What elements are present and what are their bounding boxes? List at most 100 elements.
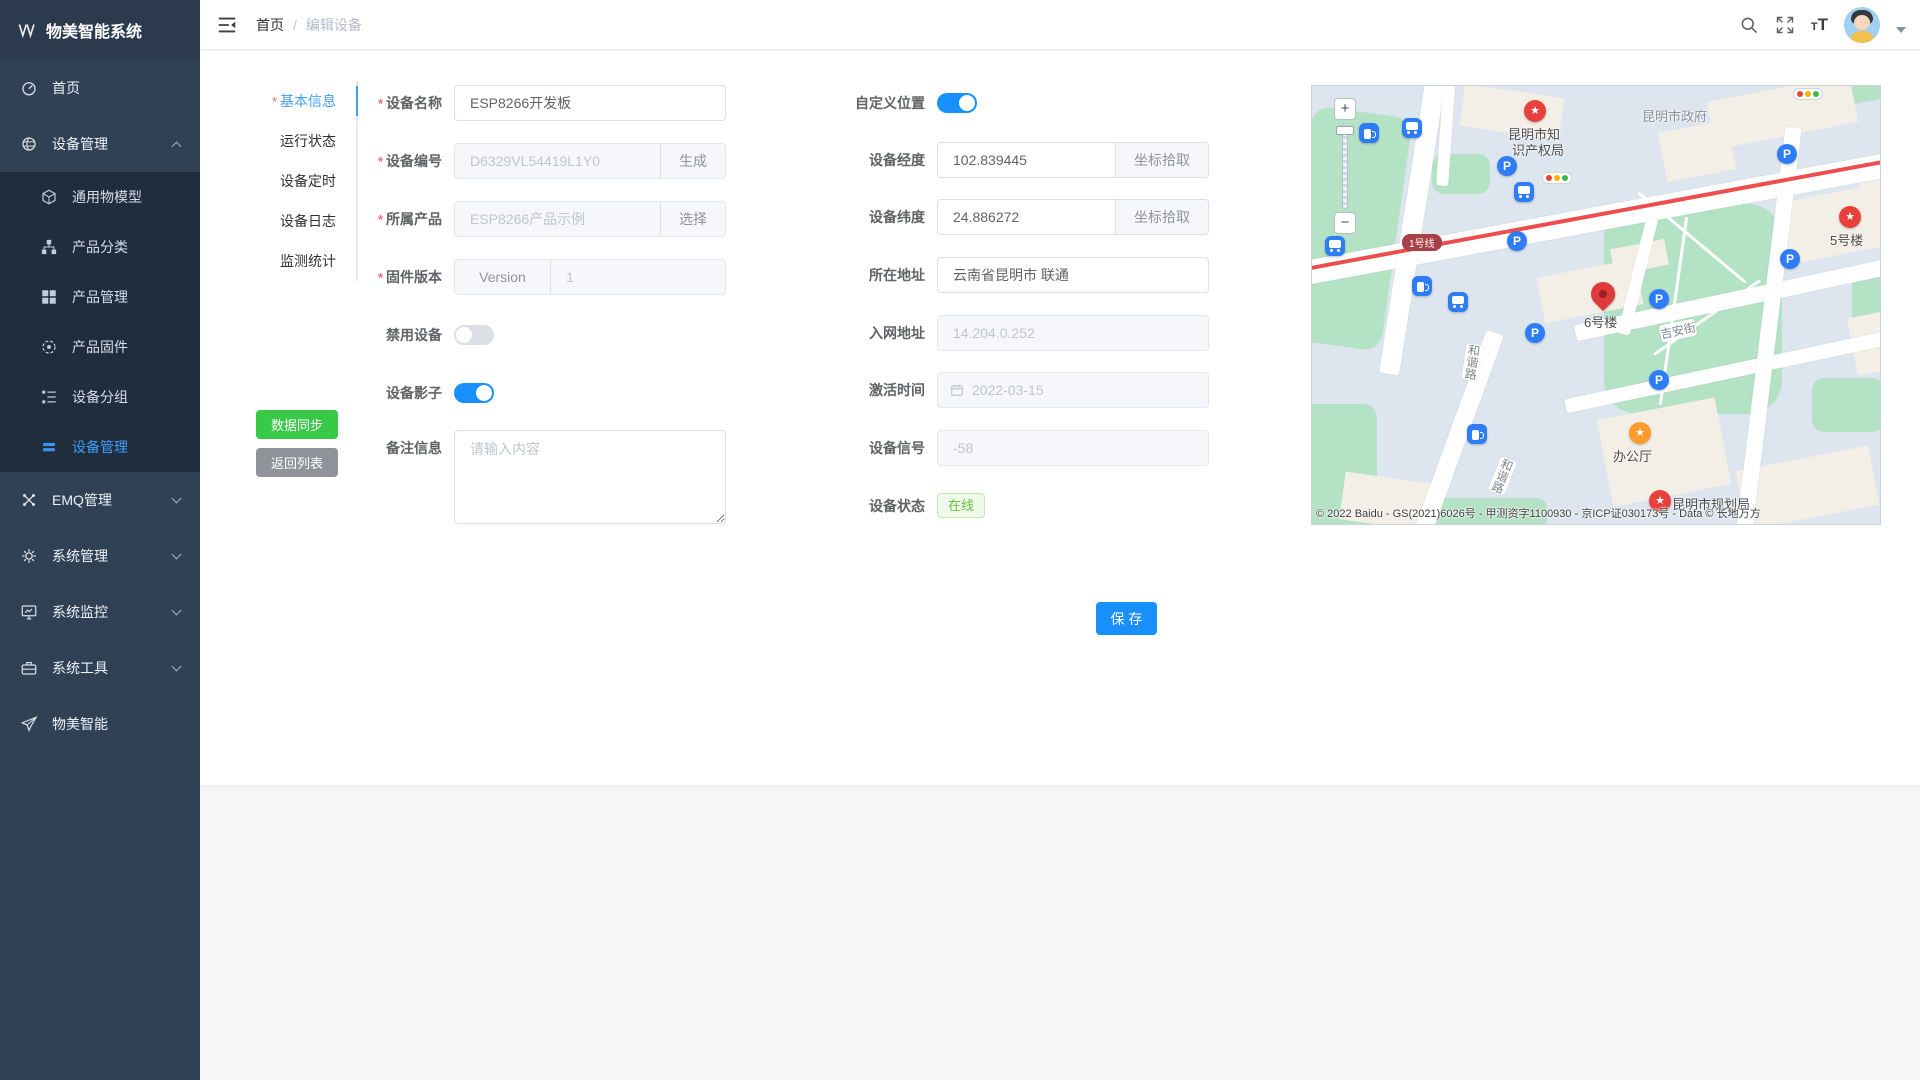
fullscreen-icon[interactable] — [1775, 15, 1795, 35]
map-zoom-control: + − — [1334, 98, 1356, 234]
bus-stop-icon — [1448, 292, 1468, 312]
disable-device-toggle[interactable] — [454, 325, 494, 345]
parking-icon: P — [1649, 370, 1669, 390]
parking-icon: P — [1507, 231, 1527, 251]
parking-icon: P — [1649, 289, 1669, 309]
calendar-icon — [950, 383, 964, 397]
address-input[interactable] — [938, 258, 1208, 292]
select-product-button[interactable]: 选择 — [660, 202, 725, 236]
sidebar-item-system-manage[interactable]: 系统管理 — [0, 528, 200, 584]
zoom-out-button[interactable]: − — [1334, 212, 1356, 234]
device-sn-row: *设备编号 生成 — [310, 143, 726, 179]
sidebar-item-device-group[interactable]: 设备分组 — [0, 372, 200, 422]
map-label-hexie-road: 和谐路 — [1488, 456, 1517, 496]
map-building — [1658, 120, 1736, 182]
app-title: 物美智能系统 — [46, 18, 142, 42]
traffic-light-icon — [1793, 88, 1823, 100]
metro-line-badge: 1号线 — [1402, 234, 1442, 251]
avatar[interactable] — [1844, 7, 1880, 43]
zoom-slider[interactable] — [1342, 123, 1348, 209]
remark-row: 备注信息 — [310, 430, 726, 524]
custom-location-toggle[interactable] — [937, 93, 977, 113]
device-list-icon — [40, 438, 58, 456]
sidebar-item-thing-model[interactable]: 通用物模型 — [0, 172, 200, 222]
firmware-row: *固件版本 Version — [310, 259, 726, 295]
generate-sn-button[interactable]: 生成 — [660, 144, 725, 178]
poi-star-icon: ★ — [1839, 206, 1861, 228]
sidebar-item-wumei[interactable]: 物美智能 — [0, 696, 200, 752]
logo-icon — [18, 20, 36, 40]
user-menu-caret-icon[interactable] — [1896, 27, 1906, 33]
signal-input — [938, 431, 1208, 465]
font-size-icon[interactable]: TT — [1811, 16, 1828, 33]
chevron-down-icon — [172, 494, 182, 504]
zoom-in-button[interactable]: + — [1334, 98, 1356, 120]
pick-longitude-button[interactable]: 坐标拾取 — [1115, 143, 1208, 177]
bus-stop-icon — [1514, 182, 1534, 202]
pick-latitude-button[interactable]: 坐标拾取 — [1115, 200, 1208, 234]
avatar-body — [1850, 31, 1874, 43]
charging-station-icon — [1359, 123, 1379, 143]
breadcrumb-current: 编辑设备 — [306, 15, 362, 35]
emq-icon — [20, 491, 38, 509]
latitude-input[interactable] — [938, 200, 1115, 234]
sidebar-item-device-list[interactable]: 设备管理 — [0, 422, 200, 472]
cube-icon — [40, 188, 58, 206]
sidebar-collapse-icon[interactable] — [216, 14, 238, 36]
activated-time-input: 2022-03-15 — [937, 372, 1209, 408]
signal-row: 设备信号 — [785, 430, 1209, 466]
map-label-building5: 5号楼 — [1830, 230, 1863, 249]
breadcrumb-home[interactable]: 首页 — [256, 15, 284, 35]
save-button[interactable]: 保 存 — [1096, 602, 1157, 635]
sidebar-item-system-monitor[interactable]: 系统监控 — [0, 584, 200, 640]
chevron-down-icon — [172, 550, 182, 560]
sidebar-item-product-category[interactable]: 产品分类 — [0, 222, 200, 272]
sidebar-item-home[interactable]: 首页 — [0, 60, 200, 116]
device-shadow-toggle[interactable] — [454, 383, 494, 403]
activated-time-row: 激活时间 2022-03-15 — [785, 372, 1209, 408]
charging-station-icon — [1467, 424, 1487, 444]
device-name-row: *设备名称 — [310, 85, 726, 121]
bus-stop-icon — [1402, 118, 1422, 138]
baidu-map[interactable]: 1号线 + − P P P P P P P ★ ★ ★ ★ 昆明市政府 昆明市知… — [1311, 85, 1881, 525]
map-label-building6: 6号楼 — [1584, 312, 1617, 331]
firmware-icon — [40, 338, 58, 356]
longitude-input[interactable] — [938, 143, 1115, 177]
status-row: 设备状态 在线 — [785, 493, 985, 518]
sidebar-item-product-manage[interactable]: 产品管理 — [0, 272, 200, 322]
parking-icon: P — [1780, 249, 1800, 269]
sidebar-item-emq[interactable]: EMQ管理 — [0, 472, 200, 528]
search-icon[interactable] — [1739, 15, 1759, 35]
firmware-prepend: Version — [455, 260, 551, 294]
traffic-light-icon — [1542, 172, 1572, 184]
map-label-ip-bureau: 识产权局 — [1512, 140, 1564, 159]
sidebar-submenu-device: 通用物模型 产品分类 产品管理 产品固件 — [0, 172, 200, 472]
sidebar-item-product-firmware[interactable]: 产品固件 — [0, 322, 200, 372]
status-badge: 在线 — [937, 493, 985, 518]
group-list-icon — [40, 388, 58, 406]
product-input — [455, 202, 660, 236]
custom-location-row: 自定义位置 — [785, 85, 977, 121]
chevron-up-icon — [172, 141, 182, 151]
ip-input — [938, 316, 1208, 350]
latitude-row: 设备纬度 坐标拾取 — [785, 199, 1209, 235]
sidebar-item-device-manage[interactable]: 设备管理 — [0, 116, 200, 172]
app-logo[interactable]: 物美智能系统 — [0, 0, 200, 60]
breadcrumb-separator: / — [293, 17, 297, 33]
topbar: 首页 / 编辑设备 TT — [200, 0, 1920, 50]
chevron-down-icon — [172, 606, 182, 616]
zoom-slider-handle[interactable] — [1336, 126, 1354, 135]
map-copyright: © 2022 Baidu - GS(2021)6026号 - 甲测资字11009… — [1316, 505, 1761, 521]
device-manage-icon — [20, 135, 38, 153]
remark-textarea[interactable] — [454, 430, 726, 524]
poi-star-icon: ★ — [1629, 422, 1651, 444]
product-row: *所属产品 选择 — [310, 201, 726, 237]
dashboard-icon — [20, 79, 38, 97]
device-name-input[interactable] — [455, 86, 725, 120]
breadcrumb: 首页 / 编辑设备 — [256, 15, 362, 35]
monitor-icon — [20, 603, 38, 621]
poi-star-icon: ★ — [1524, 100, 1546, 122]
longitude-row: 设备经度 坐标拾取 — [785, 142, 1209, 178]
sidebar-item-system-tools[interactable]: 系统工具 — [0, 640, 200, 696]
avatar-face — [1854, 15, 1870, 30]
